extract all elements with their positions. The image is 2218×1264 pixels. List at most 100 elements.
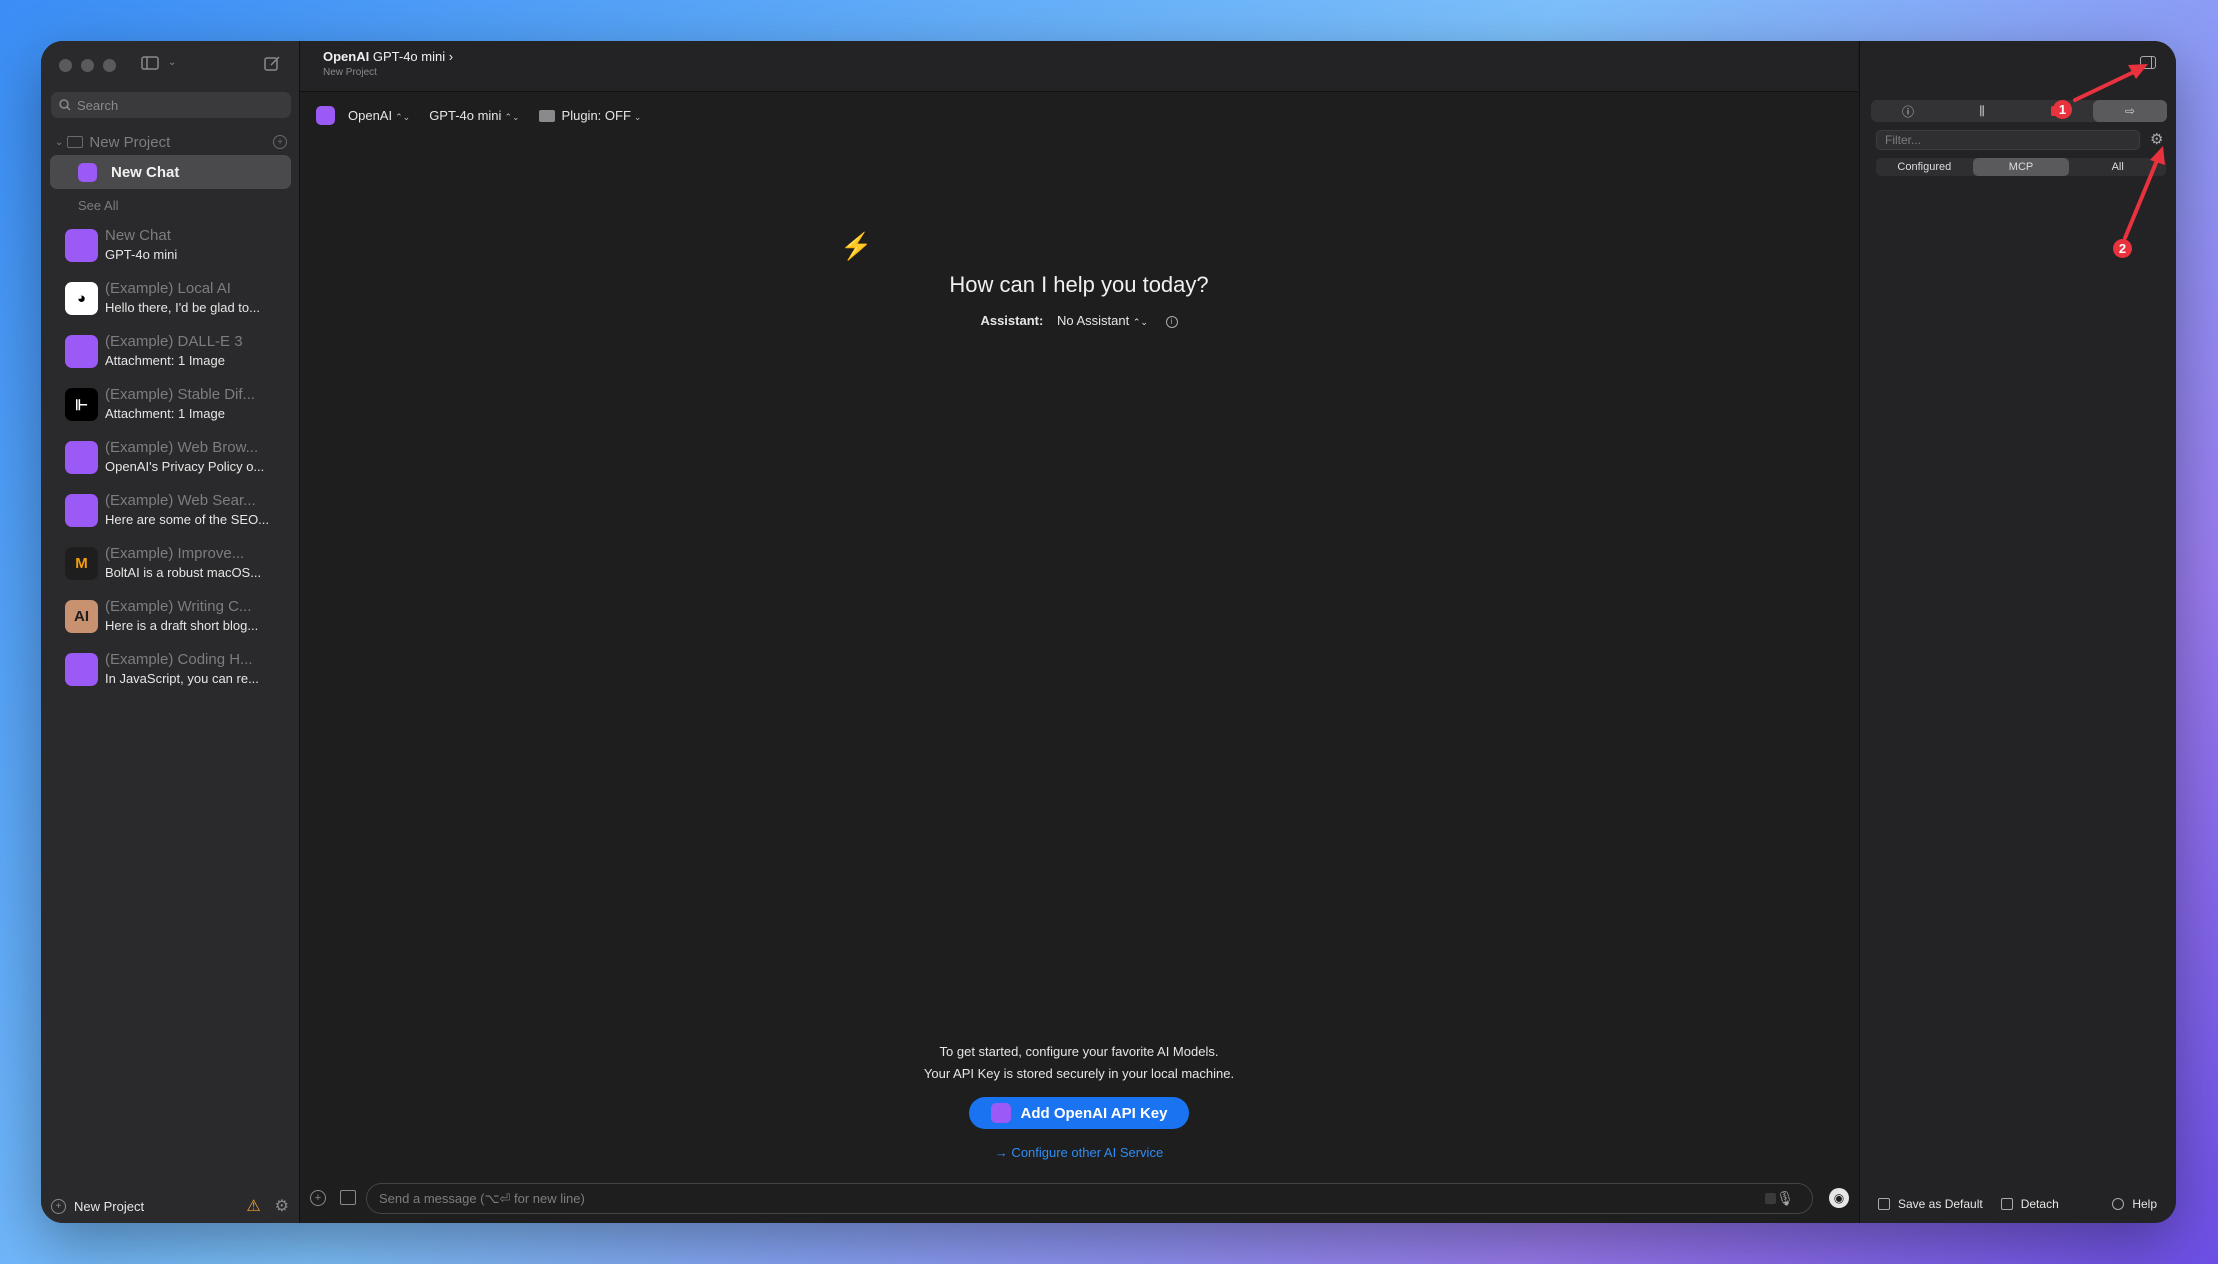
chat-list-item[interactable]: (Example) Web Sear... Here are some of th…: [62, 489, 292, 542]
chat-preview: In JavaScript, you can re...: [105, 671, 259, 686]
see-all-link[interactable]: See All: [78, 198, 118, 213]
inspector-tabs: ⓘ ⫼ ⇨: [1871, 100, 2167, 122]
configure-other-service-link[interactable]: → Configure other AI Service: [300, 1145, 1858, 1160]
chat-list: New Chat GPT-4o mini ◕ (Example) Local AI He…: [62, 224, 292, 701]
composer: + Send a message (⌥⏎ for new line) 🎙 ◉: [300, 1175, 1858, 1223]
chevron-right-icon: ›: [448, 49, 454, 64]
mcp-settings-gear-icon[interactable]: ⚙: [2150, 130, 2163, 148]
assistant-label: Assistant:: [980, 313, 1044, 328]
chat-list-item[interactable]: ◕ (Example) Local AI Hello there, I'd be g…: [62, 277, 292, 330]
tab-parameters-icon[interactable]: ⫼: [1945, 100, 2019, 122]
segment-mcp[interactable]: MCP: [1972, 158, 2070, 176]
panel-footer: Save as Default Detach Help: [1860, 1185, 2176, 1223]
chat-title[interactable]: OpenAI GPT-4o mini ›: [323, 49, 453, 64]
chat-toolbar: OpenAI ⌃⌄ GPT-4o mini ⌃⌄ Plugin: OFF ⌄: [316, 106, 660, 125]
zoom-window-button[interactable]: [103, 59, 116, 72]
info-icon[interactable]: i: [1165, 315, 1178, 328]
openai-icon: [65, 653, 98, 686]
assistant-row: Assistant: No Assistant ⌃⌄ i: [300, 313, 1858, 328]
message-placeholder: Send a message (⌥⏎ for new line): [379, 1190, 585, 1206]
microphone-icon[interactable]: 🎙: [1776, 1190, 1794, 1207]
provider-label: OpenAI: [348, 108, 393, 123]
segment-configured[interactable]: Configured: [1876, 158, 1973, 176]
intro-line-1: To get started, configure your favorite …: [939, 1044, 1219, 1059]
segment-all[interactable]: All: [2069, 158, 2166, 176]
plugin-label: Plugin: OFF: [561, 108, 631, 123]
chevron-down-icon[interactable]: ⌄: [168, 57, 176, 68]
chat-title: (Example) Web Brow...: [105, 439, 259, 456]
image-icon[interactable]: [340, 1190, 356, 1205]
project-header[interactable]: ⌄ New Project +: [51, 131, 291, 153]
chat-title: (Example) Improve...: [105, 545, 245, 562]
warning-icon[interactable]: ⚠: [246, 1196, 260, 1216]
updown-chevron-icon: ⌃⌄: [395, 112, 411, 122]
voice-send-icon[interactable]: ◉: [1829, 1188, 1849, 1208]
message-input[interactable]: Send a message (⌥⏎ for new line) 🎙: [366, 1183, 1813, 1214]
close-window-button[interactable]: [59, 59, 72, 72]
detach-button[interactable]: Detach: [2000, 1197, 2059, 1211]
chat-list-item[interactable]: (Example) Coding H... In JavaScript, you …: [62, 648, 292, 701]
add-api-key-button[interactable]: Add OpenAI API Key: [969, 1097, 1189, 1129]
help-button[interactable]: Help: [2112, 1197, 2157, 1211]
assistant-select[interactable]: No Assistant ⌃⌄: [1057, 313, 1148, 328]
chat-list-item[interactable]: AI (Example) Writing C... Here is a draft …: [62, 595, 292, 648]
add-api-key-label: Add OpenAI API Key: [1020, 1104, 1168, 1122]
plugin-select[interactable]: Plugin: OFF ⌄: [562, 108, 642, 123]
sidebar-toggle-icon[interactable]: [141, 56, 159, 75]
chat-title: (Example) Writing C...: [105, 598, 252, 615]
updown-chevron-icon: ⌃⌄: [1132, 317, 1148, 327]
chat-preview: Here is a draft short blog...: [105, 618, 259, 633]
bolt-icon: ⚡: [840, 231, 873, 261]
openai-icon: [65, 229, 98, 262]
model-label: GPT-4o mini: [429, 108, 502, 123]
save-as-default-label: Save as Default: [1898, 1197, 1983, 1211]
chat-preview: BoltAI is a robust macOS...: [105, 565, 262, 580]
chat-list-item[interactable]: (Example) DALL-E 3 Attachment: 1 Image: [62, 330, 292, 383]
anthropic-icon: AI: [65, 600, 98, 633]
openai-icon: [316, 106, 335, 125]
plugin-icon: [538, 109, 555, 122]
toggle-inspector-icon[interactable]: [2140, 56, 2156, 69]
chat-title: (Example) Local AI: [105, 280, 231, 297]
chat-list-item[interactable]: New Chat GPT-4o mini: [62, 224, 292, 277]
add-project-icon[interactable]: +: [51, 1198, 66, 1214]
openai-icon: [65, 494, 98, 527]
titlebar: OpenAI GPT-4o mini › New Project: [300, 41, 1858, 92]
chat-list-item[interactable]: M (Example) Improve... BoltAI is a robust …: [62, 542, 292, 595]
stop-icon[interactable]: [1765, 1193, 1776, 1204]
help-icon: [2112, 1198, 2125, 1210]
updown-chevron-icon: ⌃⌄: [504, 112, 520, 122]
app-window: ⌄ Search ⌄ New Project + New Chat See Al…: [41, 41, 2176, 1223]
footer-project-label[interactable]: New Project: [74, 1199, 144, 1214]
title-provider: OpenAI: [323, 49, 370, 64]
save-as-default-button[interactable]: Save as Default: [1878, 1197, 1983, 1211]
minimize-window-button[interactable]: [81, 59, 94, 72]
chat-title: (Example) Web Sear...: [105, 492, 256, 509]
search-placeholder: Search: [77, 97, 119, 113]
new-chat-icon[interactable]: [264, 55, 281, 77]
chat-list-item[interactable]: (Example) Web Brow... OpenAI's Privacy Po…: [62, 436, 292, 489]
filter-input[interactable]: Filter...: [1876, 130, 2140, 150]
model-select[interactable]: GPT-4o mini ⌃⌄: [429, 108, 519, 123]
add-attachment-icon[interactable]: +: [310, 1190, 326, 1206]
main-chat-area: OpenAI GPT-4o mini › New Project OpenAI ⌃…: [300, 41, 1858, 1223]
active-chat-item[interactable]: New Chat: [50, 155, 291, 189]
tab-mcp-icon[interactable]: ⇨: [2093, 100, 2167, 122]
project-name: New Project: [89, 133, 171, 151]
chat-preview: Here are some of the SEO...: [105, 512, 270, 527]
chat-subtitle: New Project: [323, 67, 377, 78]
filter-placeholder: Filter...: [1885, 133, 1922, 147]
search-input[interactable]: Search: [51, 92, 291, 118]
add-chat-icon[interactable]: +: [273, 135, 287, 149]
chat-title: (Example) Coding H...: [105, 651, 253, 668]
chat-title: (Example) DALL-E 3: [105, 333, 243, 350]
detach-label: Detach: [2020, 1197, 2059, 1211]
chat-list-item[interactable]: ⊩ (Example) Stable Dif... Attachment: 1 Im…: [62, 383, 292, 436]
provider-select[interactable]: OpenAI ⌃⌄: [348, 108, 410, 123]
title-model: GPT-4o mini: [372, 49, 446, 64]
tab-info-icon[interactable]: ⓘ: [1871, 100, 1945, 122]
openai-icon: [78, 163, 97, 182]
chevron-down-icon[interactable]: ⌄: [55, 137, 63, 148]
settings-gear-icon[interactable]: ⚙: [275, 1196, 289, 1216]
assistant-value: No Assistant: [1056, 313, 1130, 328]
